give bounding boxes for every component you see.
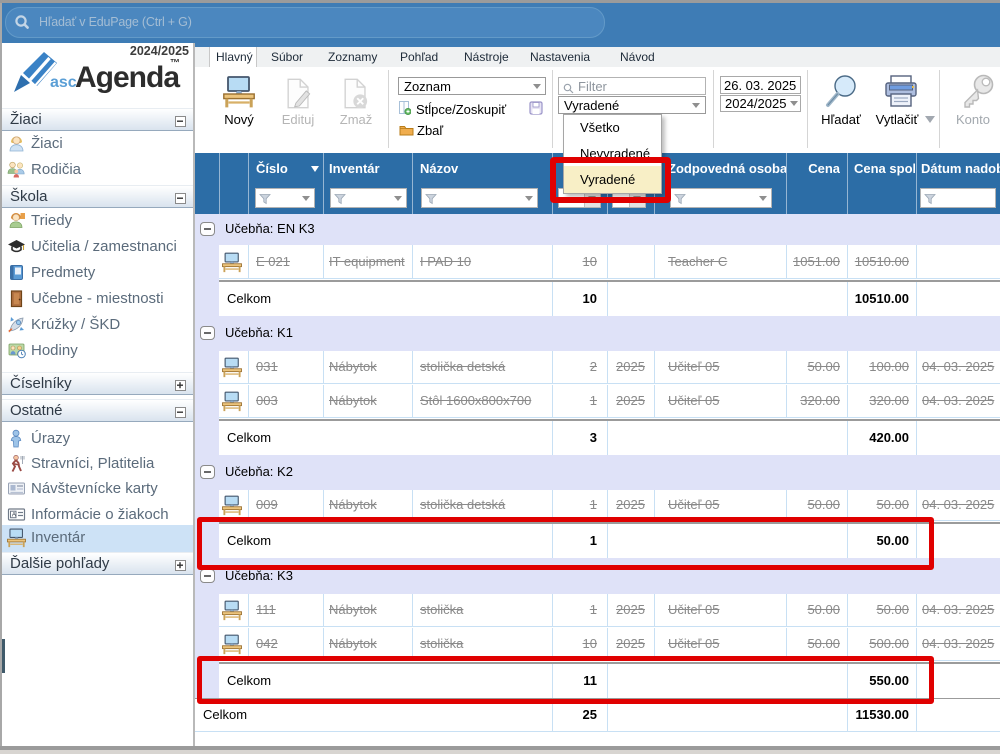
- svg-text:A: A: [12, 512, 17, 519]
